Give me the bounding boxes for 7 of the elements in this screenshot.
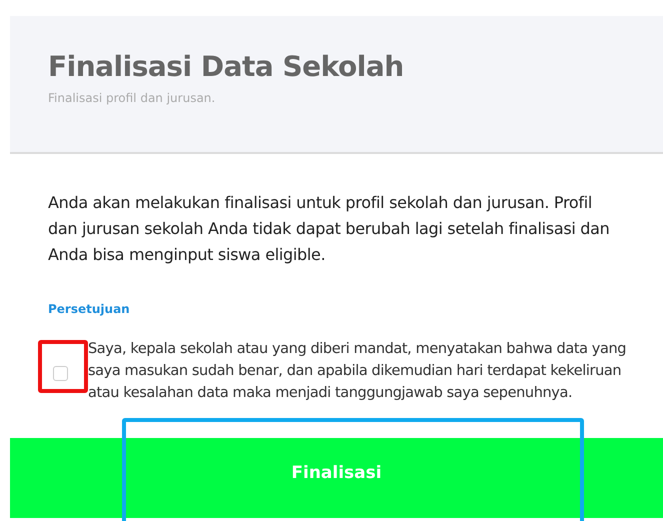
intro-paragraph: Anda akan melakukan finalisasi untuk profil sekolah dan jurusan. Profil dan jurusan sekolah Anda tidak dapat berubah lagi setelah finalisasi dan Anda bisa menginput siswa eligible. <box>48 192 610 266</box>
finalize-button[interactable]: Finalisasi <box>10 438 663 518</box>
agreement-text: Saya, kepala sekolah atau yang diberi mandat, menyatakan bahwa data yang saya masukan sudah benar, dan apabila dikemudian hari terdapat kekeliruan atau kesalahan data maka menjadi tanggungjawab saya sepenuhnya. <box>88 340 628 403</box>
page-subtitle: Finalisasi profil dan jurusan. <box>48 91 216 105</box>
agreement-checkbox[interactable] <box>53 366 68 381</box>
page-title: Finalisasi Data Sekolah <box>48 50 405 83</box>
section-label: Persetujuan <box>48 302 131 316</box>
